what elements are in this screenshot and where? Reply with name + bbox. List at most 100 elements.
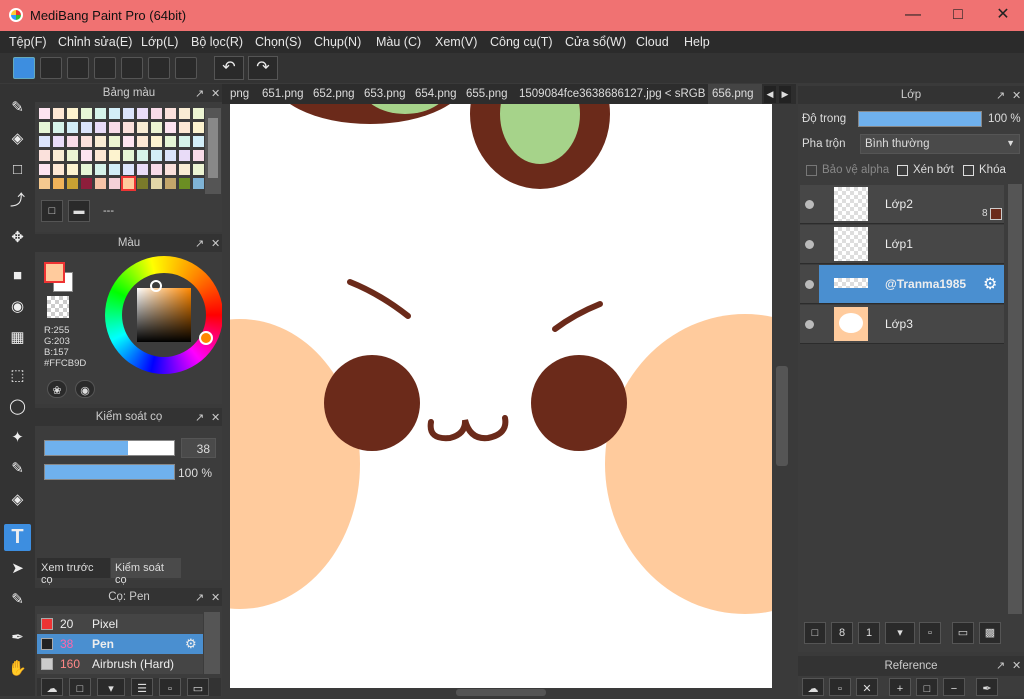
redo-button[interactable]: ↷ bbox=[248, 56, 278, 80]
tab-active[interactable]: 656.png bbox=[708, 84, 762, 105]
tab-brush-control[interactable]: Kiểm soát cọ bbox=[111, 558, 181, 586]
close-icon[interactable]: ✕ bbox=[1012, 89, 1021, 102]
color-swatch[interactable] bbox=[53, 178, 64, 189]
color-swatch[interactable] bbox=[95, 122, 106, 133]
cloud-icon[interactable]: ☁ bbox=[802, 678, 824, 696]
menu-color[interactable]: Màu (C) bbox=[376, 35, 421, 49]
magic-wand-tool-icon[interactable]: ✦ bbox=[4, 424, 31, 451]
color-swatch[interactable] bbox=[39, 136, 50, 147]
tab-doc[interactable]: 651.png bbox=[262, 88, 304, 100]
select-pen-tool-icon[interactable]: ✎ bbox=[4, 455, 31, 482]
layer-row[interactable]: Lớp2 8 bbox=[800, 185, 1004, 224]
color-swatch[interactable] bbox=[137, 122, 148, 133]
color-swatch[interactable] bbox=[123, 108, 134, 119]
color-swatch[interactable] bbox=[81, 164, 92, 175]
color-swatch[interactable] bbox=[137, 136, 148, 147]
color-swatch[interactable] bbox=[81, 122, 92, 133]
scroll-thumb[interactable] bbox=[208, 118, 218, 178]
color-swatch[interactable] bbox=[179, 150, 190, 161]
list-icon[interactable] bbox=[148, 57, 170, 79]
color-swatch[interactable] bbox=[151, 108, 162, 119]
color-swatch[interactable] bbox=[165, 164, 176, 175]
popout-icon[interactable]: ↗ bbox=[195, 591, 204, 604]
color-swatch[interactable] bbox=[179, 136, 190, 147]
new-halftone-layer-icon[interactable]: 8 bbox=[831, 622, 853, 644]
brush-item-pixel[interactable]: 20 Pixel bbox=[37, 614, 203, 634]
palette-mode-icon[interactable]: ❀ bbox=[47, 380, 67, 398]
move-tool-icon[interactable]: ✥ bbox=[4, 224, 31, 251]
color-swatch[interactable] bbox=[109, 108, 120, 119]
menu-tools[interactable]: Công cụ(T) bbox=[490, 35, 553, 49]
color-swatch[interactable] bbox=[109, 150, 120, 161]
chat-icon[interactable] bbox=[94, 57, 116, 79]
menu-filter[interactable]: Bộ lọc(R) bbox=[191, 35, 243, 49]
color-swatch[interactable] bbox=[53, 122, 64, 133]
close-icon[interactable]: ✕ bbox=[211, 237, 220, 250]
lasso-tool-icon[interactable]: ◯ bbox=[4, 393, 31, 420]
close-reference-icon[interactable]: ✕ bbox=[856, 678, 878, 696]
share-icon[interactable] bbox=[40, 57, 62, 79]
add-layer-menu-icon[interactable]: ▾ bbox=[885, 622, 915, 644]
color-swatch[interactable] bbox=[179, 122, 190, 133]
tab-doc[interactable]: 1509084fce3638686127.jpg < sRGB > bbox=[519, 88, 715, 100]
menu-help[interactable]: Help bbox=[684, 35, 710, 49]
brush-size-value[interactable]: 38 bbox=[181, 438, 216, 458]
visibility-icon[interactable] bbox=[805, 280, 814, 289]
new-1bit-layer-icon[interactable]: 1 bbox=[858, 622, 880, 644]
folder-icon[interactable]: ▫ bbox=[159, 678, 181, 696]
drawing-canvas[interactable] bbox=[230, 104, 772, 688]
menu-layer[interactable]: Lớp(L) bbox=[141, 35, 178, 49]
color-swatch[interactable] bbox=[151, 150, 162, 161]
layer-scrollbar[interactable] bbox=[1008, 184, 1022, 614]
grid-check-icon[interactable] bbox=[175, 57, 197, 79]
color-swatch[interactable] bbox=[81, 136, 92, 147]
color-swatch[interactable] bbox=[179, 164, 190, 175]
color-swatch[interactable] bbox=[81, 178, 92, 189]
merge-layer-icon[interactable]: ▩ bbox=[979, 622, 1001, 644]
color-swatch[interactable] bbox=[151, 122, 162, 133]
color-swatch[interactable] bbox=[53, 150, 64, 161]
clip-checkbox[interactable] bbox=[897, 165, 908, 176]
frame-divider-tool-icon[interactable]: ✎ bbox=[4, 586, 31, 613]
close-icon[interactable]: ✕ bbox=[1012, 659, 1021, 672]
color-swatch[interactable] bbox=[81, 150, 92, 161]
color-swatch[interactable] bbox=[39, 150, 50, 161]
brush-item-pen[interactable]: 38 Pen ⚙ bbox=[37, 634, 203, 654]
tab-doc[interactable]: 652.png bbox=[313, 88, 355, 100]
popout-icon[interactable]: ↗ bbox=[195, 411, 204, 424]
menu-edit[interactable]: Chỉnh sửa(E) bbox=[58, 35, 132, 49]
tab-doc[interactable]: 653.png bbox=[364, 88, 406, 100]
brush-item-airbrush[interactable]: 160 Airbrush (Hard) bbox=[37, 654, 203, 674]
color-swatch[interactable] bbox=[67, 150, 78, 161]
brush-tool-icon[interactable]: ✎ bbox=[4, 94, 31, 121]
color-swatch[interactable] bbox=[137, 178, 148, 189]
zoom-out-icon[interactable]: − bbox=[943, 678, 965, 696]
color-swatch[interactable] bbox=[67, 136, 78, 147]
color-swatch[interactable] bbox=[95, 164, 106, 175]
canvas-hscroll[interactable] bbox=[230, 688, 772, 696]
canvas-vscroll[interactable] bbox=[774, 104, 790, 688]
close-icon[interactable]: ✕ bbox=[211, 591, 220, 604]
lock-checkbox[interactable] bbox=[963, 165, 974, 176]
eyedropper-icon[interactable]: ✒ bbox=[976, 678, 998, 696]
tab-doc[interactable]: png bbox=[230, 88, 249, 100]
rectangle-tool-icon[interactable]: □ bbox=[4, 156, 31, 183]
color-swatch[interactable] bbox=[95, 150, 106, 161]
fit-icon[interactable]: □ bbox=[916, 678, 938, 696]
eraser-tool-icon[interactable]: ◈ bbox=[4, 125, 31, 152]
color-swatch[interactable] bbox=[151, 178, 162, 189]
gear-icon[interactable]: ⚙ bbox=[185, 636, 197, 652]
gradient-tool-icon[interactable]: ▦ bbox=[4, 324, 31, 351]
menu-cloud[interactable]: Cloud bbox=[636, 35, 669, 49]
color-swatch[interactable] bbox=[193, 150, 204, 161]
duplicate-layer-icon[interactable]: ▭ bbox=[952, 622, 974, 644]
select-rect-tool-icon[interactable]: ⬚ bbox=[4, 362, 31, 389]
color-swatch[interactable] bbox=[193, 122, 204, 133]
color-swatch[interactable] bbox=[137, 164, 148, 175]
popout-icon[interactable]: ↗ bbox=[195, 237, 204, 250]
tab-scroll-left-icon[interactable]: ◀ bbox=[764, 86, 776, 103]
color-swatch[interactable] bbox=[67, 164, 78, 175]
visibility-icon[interactable] bbox=[805, 320, 814, 329]
color-swatch[interactable] bbox=[123, 122, 134, 133]
color-swatch[interactable] bbox=[193, 164, 204, 175]
